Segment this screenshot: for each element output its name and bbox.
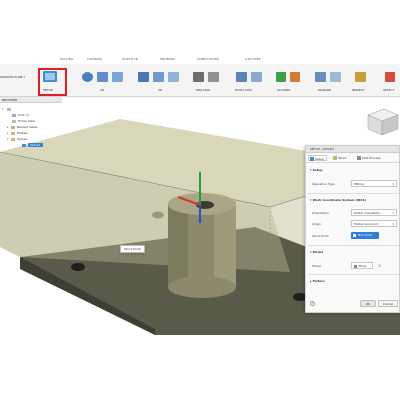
tab-setup[interactable]: Setup: [308, 155, 327, 161]
origin-select[interactable]: Model box point ▾: [351, 220, 397, 227]
setup-dialog: SETUP : SETUP1 Setup Stock Post Process …: [305, 145, 400, 313]
model-label: Model: [312, 264, 322, 268]
tree-item-models[interactable]: ▸ Models: [7, 131, 28, 136]
workspace-label: MANUFACTURE: [0, 75, 23, 79]
folder-icon: [11, 131, 15, 135]
origin-label: Origin: [312, 222, 322, 226]
folder-icon: [11, 125, 15, 129]
operation-type-select[interactable]: Milling ▾: [351, 180, 397, 187]
setup-icon: [310, 157, 314, 161]
orientation-label: Orientation: [312, 211, 329, 215]
tree-item-setup1[interactable]: Setup1: [22, 143, 43, 148]
pocket-3d-icon[interactable]: [153, 72, 164, 82]
plate-hole: [71, 263, 85, 271]
chevron-down-icon: ▾: [392, 222, 394, 226]
section-wcs[interactable]: ▾ Work Coordinate System (WCS): [310, 198, 366, 202]
home-icon: [12, 119, 16, 123]
divider: [308, 274, 399, 275]
workspace-switcher[interactable]: MANUFACTURE ▾: [0, 75, 25, 79]
select-icon[interactable]: [385, 72, 395, 82]
swarf-icon[interactable]: [236, 72, 247, 82]
post-process-icon: [357, 156, 361, 160]
chevron-down-icon: ▾: [23, 75, 26, 79]
tool-library-icon[interactable]: [315, 72, 326, 82]
folder-icon: [11, 137, 15, 141]
multi-axis-contour-icon[interactable]: [251, 72, 262, 82]
section-setup[interactable]: ▾ Setup: [310, 168, 322, 172]
tab-turning[interactable]: TURNING: [87, 57, 102, 61]
group-drilling-label[interactable]: DRILLING: [196, 88, 210, 92]
cancel-button[interactable]: Cancel: [378, 300, 398, 307]
operation-type-label: Operation Type: [312, 182, 335, 186]
group-select-label[interactable]: SELECT: [383, 88, 394, 92]
tree-item-named-views[interactable]: ▸ Named Views: [7, 125, 37, 130]
chevron-down-icon: ▾: [392, 182, 394, 186]
dialog-title: SETUP : SETUP1: [306, 146, 399, 153]
setup-highlight-box: [38, 68, 67, 96]
stock-point-label: Stock Point: [312, 234, 329, 238]
group-inspect-label[interactable]: INSPECT: [352, 88, 365, 92]
tab-stock[interactable]: Stock: [332, 155, 348, 161]
chevron-down-icon[interactable]: ▾: [2, 107, 6, 111]
divider: [308, 245, 399, 246]
tab-milling[interactable]: MILLING: [60, 57, 74, 61]
cursor-icon: [353, 234, 356, 237]
tab-fabrication[interactable]: FABRICATION: [197, 57, 219, 61]
setup1-label: Setup1: [28, 143, 43, 147]
measure-icon[interactable]: [355, 72, 366, 82]
stock-point-tooltip: Stock Point: [120, 245, 145, 253]
group-manage-label[interactable]: MANAGE: [318, 88, 331, 92]
tree-item-home-view[interactable]: Home View: [12, 119, 35, 124]
clear-selection-icon[interactable]: ✕: [378, 263, 381, 268]
tab-utilities[interactable]: UTILITIES: [245, 57, 261, 61]
help-icon[interactable]: ?: [310, 301, 315, 306]
stock-point-button[interactable]: Box Point: [351, 232, 379, 239]
adaptive-3d-icon[interactable]: [138, 72, 149, 82]
tree-root[interactable]: ▾: [2, 107, 13, 112]
drill-icon[interactable]: [193, 72, 204, 82]
pocket-2d-icon[interactable]: [112, 72, 123, 82]
simulate-icon[interactable]: [276, 72, 286, 82]
model-selection[interactable]: Body: [351, 262, 373, 269]
tree-item-units[interactable]: Unit: in: [12, 113, 29, 118]
gear-icon: [12, 113, 16, 117]
ribbon-tabs: MILLING TURNING ADDITIVE PROBING FABRICA…: [0, 55, 400, 64]
browser-header: BROWSER: [0, 97, 62, 103]
section-fixture[interactable]: ▸ Fixture: [310, 279, 325, 283]
tree-item-setups[interactable]: ▾ Setups: [7, 137, 27, 142]
ok-button[interactable]: OK: [360, 300, 376, 307]
group-3d-label[interactable]: 3D: [158, 88, 162, 92]
divider: [308, 193, 399, 194]
group-2d-label[interactable]: 2D: [100, 88, 104, 92]
stock-icon: [333, 156, 337, 160]
dialog-tabs: Setup Stock Post Process: [306, 153, 399, 163]
face-icon[interactable]: [82, 72, 93, 82]
thread-icon[interactable]: [208, 72, 219, 82]
tab-post-process[interactable]: Post Process: [356, 155, 383, 161]
browser-title: BROWSER: [2, 98, 18, 102]
adaptive-2d-icon[interactable]: [97, 72, 108, 82]
post-process-icon[interactable]: [290, 72, 300, 82]
group-actions-label[interactable]: ACTIONS: [277, 88, 290, 92]
browser-panel: BROWSER ▾ Unit: in Home View ▸ Named View…: [0, 97, 62, 169]
chevron-down-icon: ▾: [392, 211, 394, 215]
document-icon: [6, 107, 11, 111]
tab-additive[interactable]: ADDITIVE: [122, 57, 138, 61]
group-multi-axis-label[interactable]: MULTI-AXIS: [235, 88, 252, 92]
orientation-select[interactable]: Model orientation ▾: [351, 209, 397, 216]
template-library-icon[interactable]: [330, 72, 341, 82]
body-icon: [354, 264, 357, 268]
setup-icon: [22, 143, 26, 147]
contour-3d-icon[interactable]: [168, 72, 179, 82]
section-model[interactable]: ▾ Model: [310, 250, 323, 254]
tab-probing[interactable]: PROBING: [160, 57, 175, 61]
